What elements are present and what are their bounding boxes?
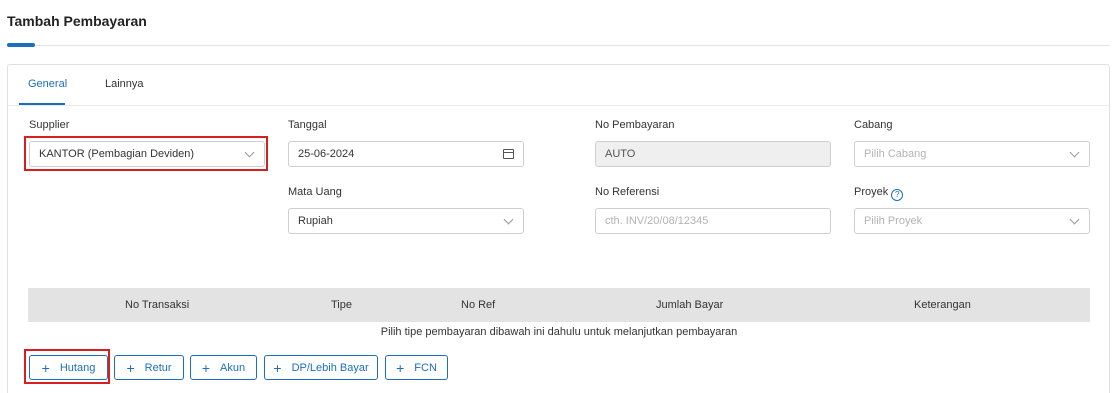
supplier-label: Supplier (29, 119, 70, 131)
chevron-down-icon (1069, 214, 1080, 224)
fcn-label: FCN (414, 361, 437, 374)
no-pembayaran-value: AUTO (605, 148, 636, 160)
plus-icon: + (273, 359, 282, 376)
column-jumlah-bayar: Jumlah Bayar (656, 299, 724, 311)
payment-table-header: No Transaksi Tipe No Ref Jumlah Bayar Ke… (28, 288, 1090, 322)
help-icon[interactable]: ? (891, 188, 904, 201)
proyek-select[interactable]: Pilih Proyek (854, 208, 1090, 234)
cabang-placeholder: Pilih Cabang (864, 148, 927, 160)
page-title: Tambah Pembayaran (7, 13, 147, 29)
empty-table-message: Pilih tipe pembayaran dibawah ini dahulu… (380, 326, 738, 338)
mata-uang-label: Mata Uang (288, 186, 342, 198)
cabang-select[interactable]: Pilih Cabang (854, 141, 1090, 167)
tab-general[interactable]: General (28, 78, 67, 90)
column-keterangan: Keterangan (914, 299, 971, 311)
akun-label: Akun (220, 361, 246, 374)
column-no-ref: No Ref (461, 299, 496, 311)
cabang-label: Cabang (854, 119, 893, 131)
chevron-down-icon (503, 214, 514, 224)
chevron-down-icon (1069, 147, 1080, 157)
mata-uang-select[interactable]: Rupiah (288, 208, 524, 234)
no-pembayaran-field: AUTO (595, 141, 831, 167)
title-accent (7, 43, 35, 47)
plus-icon: + (396, 359, 405, 376)
tanggal-date-input[interactable]: 25-06-2024 (288, 141, 524, 167)
tabs-divider (8, 105, 1109, 106)
plus-icon: + (201, 359, 211, 376)
tanggal-label: Tanggal (288, 119, 327, 131)
no-referensi-placeholder: cth. INV/20/08/12345 (605, 215, 709, 227)
proyek-label: Proyek (854, 186, 889, 198)
hutang-highlight-box (24, 349, 110, 384)
add-akun-button[interactable]: + Akun (190, 355, 257, 380)
mata-uang-value: Rupiah (298, 215, 333, 227)
add-retur-button[interactable]: + Retur (114, 355, 184, 380)
title-rule (7, 45, 1110, 46)
supplier-highlight-box (24, 136, 268, 171)
add-fcn-button[interactable]: + FCN (385, 355, 448, 380)
column-tipe: Tipe (331, 299, 352, 311)
no-pembayaran-label: No Pembayaran (595, 119, 675, 131)
proyek-placeholder: Pilih Proyek (864, 215, 923, 227)
no-referensi-input[interactable]: cth. INV/20/08/12345 (595, 208, 831, 234)
form-card: General Lainnya Supplier Tanggal No Pemb… (7, 64, 1110, 393)
tanggal-value: 25-06-2024 (298, 148, 355, 160)
calendar-icon[interactable] (503, 149, 514, 159)
plus-icon: + (126, 359, 135, 376)
tab-lainnya[interactable]: Lainnya (105, 78, 144, 90)
no-referensi-label: No Referensi (595, 186, 660, 198)
proyek-label-wrap: Proyek? (854, 186, 904, 201)
add-dp-lebih-bayar-button[interactable]: + DP/Lebih Bayar (264, 355, 378, 380)
retur-label: Retur (144, 361, 172, 374)
dp-lebih-bayar-label: DP/Lebih Bayar (291, 361, 369, 374)
column-no-transaksi: No Transaksi (125, 299, 190, 311)
